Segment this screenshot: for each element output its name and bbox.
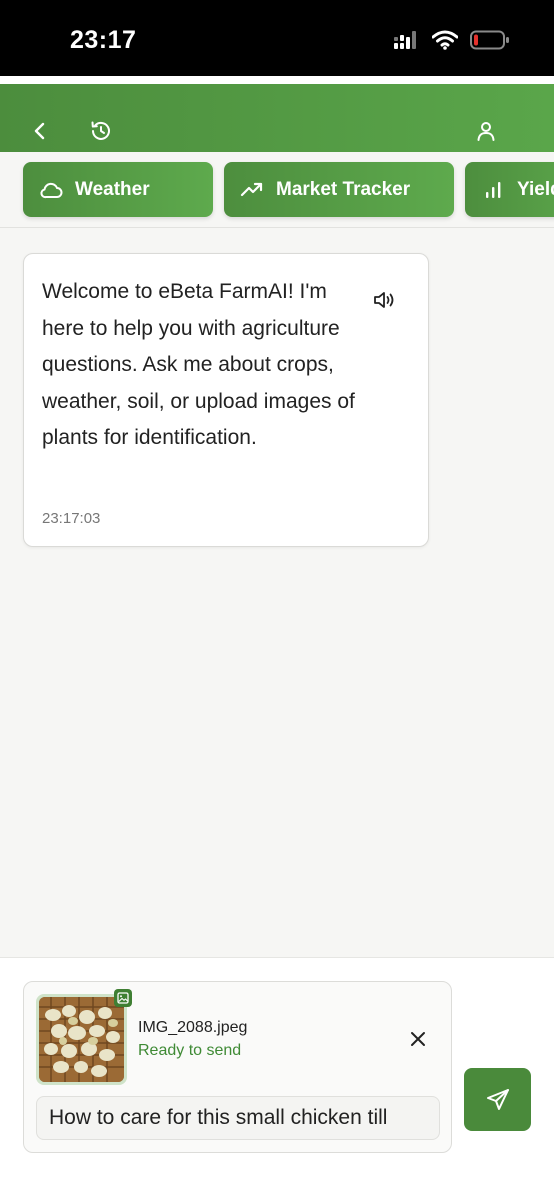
send-button[interactable] bbox=[464, 1068, 531, 1131]
message-text: Welcome to eBeta FarmAI! I'm here to hel… bbox=[42, 280, 355, 450]
message-input[interactable] bbox=[36, 1096, 440, 1140]
profile-button[interactable] bbox=[473, 118, 499, 144]
battery-icon bbox=[470, 30, 510, 55]
attachment-file-name: IMG_2088.jpeg bbox=[138, 1019, 248, 1036]
profile-icon bbox=[477, 122, 495, 141]
signal-icon bbox=[394, 31, 420, 54]
back-icon bbox=[34, 122, 45, 140]
close-icon bbox=[411, 1032, 425, 1046]
attachment-status: Ready to send bbox=[138, 1042, 242, 1059]
weather-chip-label: Weather bbox=[75, 178, 150, 200]
composer: IMG_2088.jpeg Ready to send bbox=[23, 981, 452, 1153]
trending-up-icon bbox=[240, 178, 264, 202]
yield-chip-label: Yield bbox=[517, 178, 554, 200]
status-bar: 23:17 bbox=[0, 0, 554, 76]
message-timestamp: 23:17:03 bbox=[42, 510, 101, 527]
wifi-icon bbox=[431, 30, 459, 55]
history-button[interactable] bbox=[88, 118, 114, 144]
yield-chip[interactable]: Yield bbox=[465, 162, 554, 217]
speaker-icon bbox=[374, 292, 394, 308]
cloud-icon bbox=[39, 178, 63, 202]
composer-area: IMG_2088.jpeg Ready to send bbox=[0, 957, 554, 1200]
remove-attachment-button[interactable] bbox=[406, 1027, 430, 1051]
read-aloud-button[interactable] bbox=[372, 287, 398, 313]
attachment-thumbnail[interactable] bbox=[36, 989, 132, 1085]
quick-actions-row: Weather Market Tracker Yield bbox=[0, 152, 554, 228]
status-divider bbox=[0, 76, 554, 84]
assistant-message: Welcome to eBeta FarmAI! I'm here to hel… bbox=[23, 253, 429, 547]
market-tracker-chip-label: Market Tracker bbox=[276, 178, 411, 200]
attachment-image bbox=[39, 997, 124, 1082]
back-button[interactable] bbox=[27, 118, 53, 144]
status-icons bbox=[394, 30, 510, 55]
history-icon bbox=[91, 121, 110, 140]
image-badge-icon bbox=[114, 989, 132, 1007]
weather-chip[interactable]: Weather bbox=[23, 162, 213, 217]
send-icon bbox=[486, 1088, 509, 1110]
bar-chart-icon bbox=[481, 178, 505, 202]
market-tracker-chip[interactable]: Market Tracker bbox=[224, 162, 454, 217]
status-time: 23:17 bbox=[70, 26, 137, 54]
app-header bbox=[0, 84, 554, 152]
